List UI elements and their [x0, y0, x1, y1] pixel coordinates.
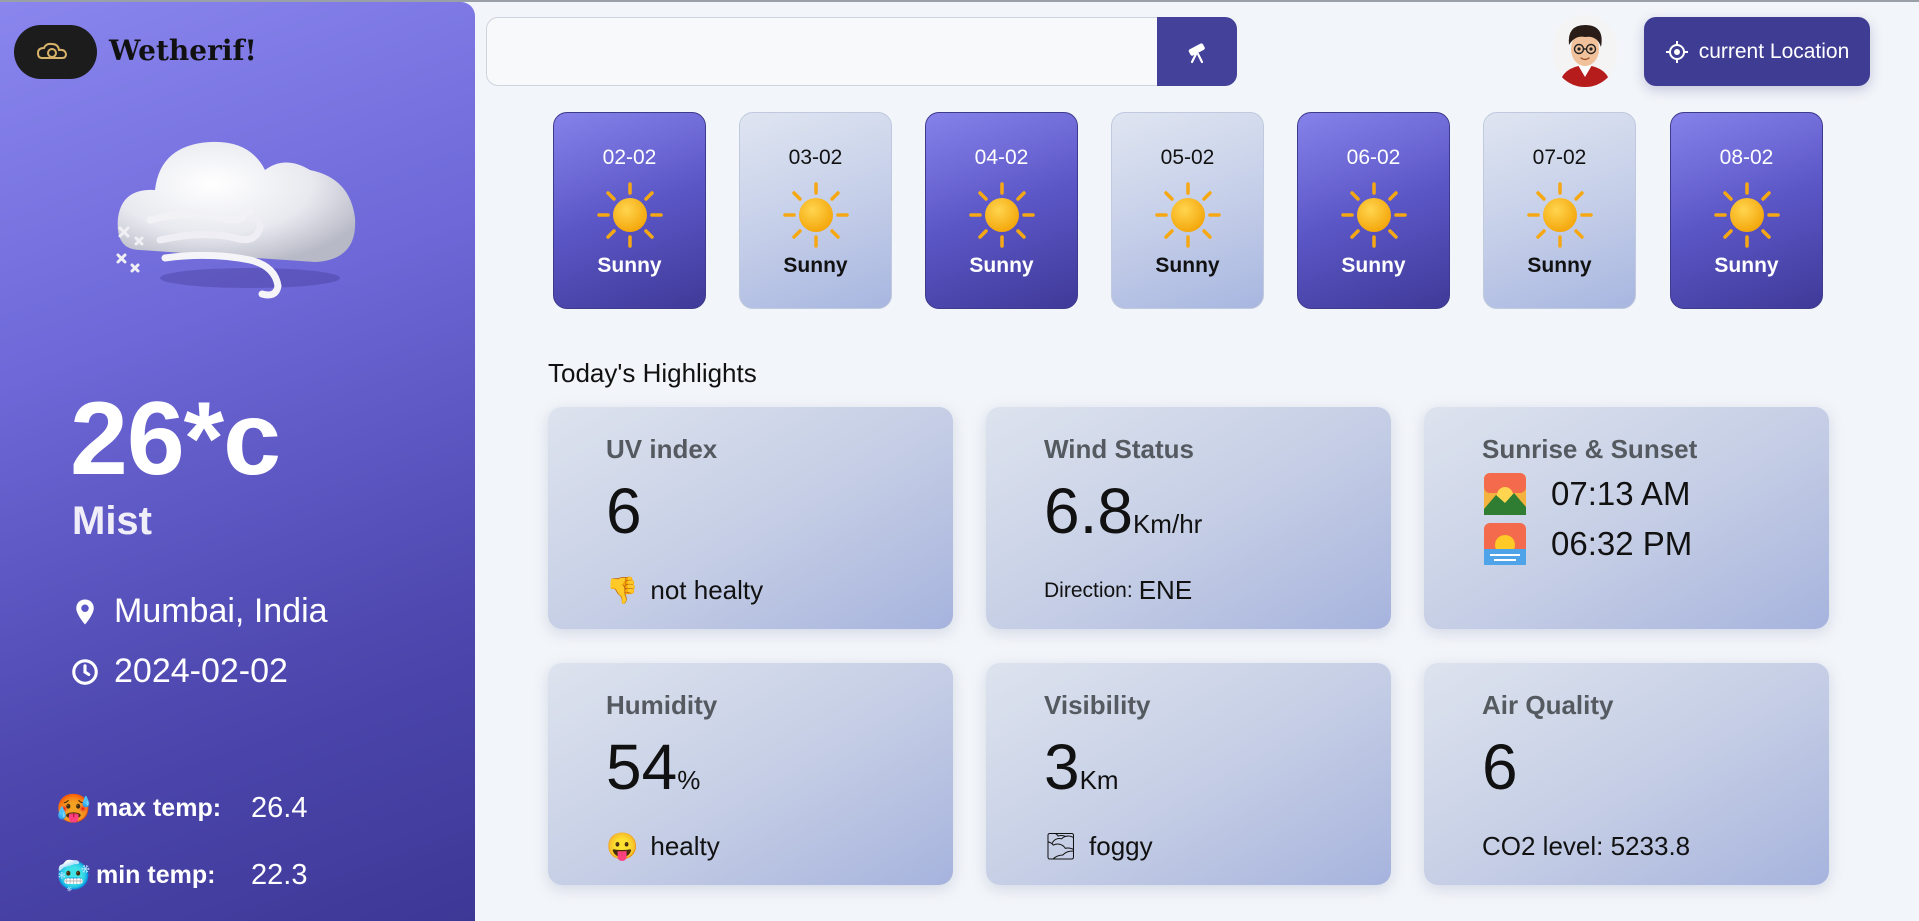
date-text: 2024-02-02 — [114, 652, 288, 690]
forecast-condition: Sunny — [783, 254, 848, 277]
max-temp-value: 26.4 — [251, 792, 308, 824]
card-title: Sunrise & Sunset — [1482, 434, 1698, 464]
thumbs-down-icon: 👎 — [606, 575, 639, 605]
location-text: Mumbai, India — [114, 592, 328, 630]
tongue-face-icon: 😛 — [606, 831, 639, 861]
wind-value: 6.8 — [1044, 475, 1133, 547]
forecast-condition: Sunny — [1155, 254, 1220, 277]
fog-icon: 🌫 — [1044, 831, 1078, 861]
forecast-condition: Sunny — [1341, 254, 1406, 277]
card-title: Visibility — [1044, 690, 1151, 720]
clock-icon — [72, 658, 98, 685]
humidity-status: 😛 healty — [606, 831, 720, 862]
uv-index-card: UV index 6 👎 not healty — [548, 407, 953, 629]
telescope-icon — [1188, 42, 1205, 63]
wind-direction: Direction: ENE — [1044, 575, 1192, 606]
max-temp-label: max temp: — [96, 794, 222, 822]
wind-status-card: Wind Status 6.8Km/hr Direction: ENE — [986, 407, 1391, 629]
uv-status: 👎 not healty — [606, 575, 763, 606]
sunrise-row: 07:13 AM — [1484, 473, 1690, 515]
wind-value-row: 6.8Km/hr — [1044, 479, 1202, 543]
forecast-condition: Sunny — [1527, 254, 1592, 277]
visibility-note: foggy — [1089, 831, 1153, 861]
sun-icon — [1712, 180, 1782, 250]
highlights-title: Today's Highlights — [548, 358, 757, 388]
air-quality-card: Air Quality 6 CO2 level: 5233.8 — [1424, 663, 1829, 885]
forecast-date: 06-02 — [1346, 146, 1401, 169]
logo-icon[interactable] — [14, 25, 97, 79]
forecast-card[interactable]: 06-02 Sunny — [1297, 112, 1450, 309]
air-quality-value: 6 — [1482, 731, 1518, 803]
sun-icon — [1525, 180, 1595, 250]
sunrise-time: 07:13 AM — [1551, 475, 1691, 512]
uv-note: not healty — [650, 575, 764, 605]
location-pin-icon — [76, 599, 94, 624]
visibility-status: 🌫 foggy — [1044, 831, 1153, 862]
hot-face-icon: 🥵 — [56, 793, 91, 824]
forecast-condition: Sunny — [597, 254, 662, 277]
current-weather-sidebar: Wetherif! 26*c Mist Mumbai, India 2024-0… — [0, 2, 475, 921]
avatar[interactable] — [1553, 15, 1617, 87]
forecast-date: 04-02 — [974, 146, 1029, 169]
card-title: UV index — [606, 434, 718, 464]
max-temp-row: 🥵 max temp: 26.4 — [56, 792, 307, 825]
current-location-label: current Location — [1698, 39, 1850, 63]
forecast-card[interactable]: 08-02 Sunny — [1670, 112, 1823, 309]
forecast-date: 03-02 — [788, 146, 843, 169]
visibility-card: Visibility 3Km 🌫 foggy — [986, 663, 1391, 885]
search-button[interactable] — [1157, 17, 1237, 86]
humidity-note: healty — [650, 831, 720, 861]
forecast-condition: Sunny — [969, 254, 1034, 277]
current-condition: Mist — [72, 499, 152, 543]
sun-icon — [1339, 180, 1409, 250]
sunset-icon — [1484, 523, 1526, 565]
sunrise-icon — [1484, 473, 1526, 515]
sun-icon — [1153, 180, 1223, 250]
sun-icon — [781, 180, 851, 250]
forecast-card[interactable]: 04-02 Sunny — [925, 112, 1078, 309]
forecast-card[interactable]: 07-02 Sunny — [1483, 112, 1636, 309]
wind-unit: Km/hr — [1132, 509, 1203, 539]
sunset-time: 06:32 PM — [1551, 525, 1693, 562]
brand-name: Wetherif! — [109, 34, 257, 67]
sun-icon — [967, 180, 1037, 250]
card-title: Wind Status — [1044, 434, 1194, 464]
co2-level: CO2 level: 5233.8 — [1482, 831, 1691, 861]
forecast-condition: Sunny — [1714, 254, 1779, 277]
humidity-unit: % — [677, 765, 701, 795]
date-row: 2024-02-02 — [70, 652, 288, 691]
cold-face-icon: 🥶 — [56, 860, 91, 891]
humidity-value-row: 54% — [606, 735, 700, 799]
current-location-button[interactable]: current Location — [1644, 17, 1870, 86]
sunrise-sunset-card: Sunrise & Sunset 07:13 AM 06:32 PM — [1424, 407, 1829, 629]
location-row: Mumbai, India — [70, 592, 328, 631]
uv-value: 6 — [606, 475, 642, 547]
direction-label: Direction: — [1044, 578, 1133, 602]
min-temp-label: min temp: — [96, 861, 216, 889]
card-title: Air Quality — [1482, 690, 1614, 720]
forecast-date: 02-02 — [602, 146, 657, 169]
visibility-value: 3 — [1044, 731, 1080, 803]
forecast-date: 05-02 — [1160, 146, 1215, 169]
min-temp-value: 22.3 — [251, 859, 308, 891]
search-input[interactable] — [486, 17, 1158, 86]
forecast-card[interactable]: 03-02 Sunny — [739, 112, 892, 309]
forecast-card[interactable]: 05-02 Sunny — [1111, 112, 1264, 309]
forecast-card[interactable]: 02-02 Sunny — [553, 112, 706, 309]
visibility-unit: Km — [1079, 765, 1119, 795]
windy-cloud-icon — [116, 141, 356, 299]
humidity-card: Humidity 54% 😛 healty — [548, 663, 953, 885]
humidity-value: 54 — [606, 731, 678, 803]
card-title: Humidity — [606, 690, 718, 720]
sunset-row: 06:32 PM — [1484, 523, 1692, 565]
min-temp-row: 🥶 min temp: 22.3 — [56, 859, 307, 892]
visibility-value-row: 3Km — [1044, 735, 1119, 799]
direction-value: ENE — [1138, 575, 1193, 605]
current-temperature: 26*c — [70, 381, 281, 497]
gps-target-icon — [1665, 40, 1688, 63]
forecast-date: 07-02 — [1532, 146, 1587, 169]
forecast-date: 08-02 — [1719, 146, 1774, 169]
sun-icon — [595, 180, 665, 250]
